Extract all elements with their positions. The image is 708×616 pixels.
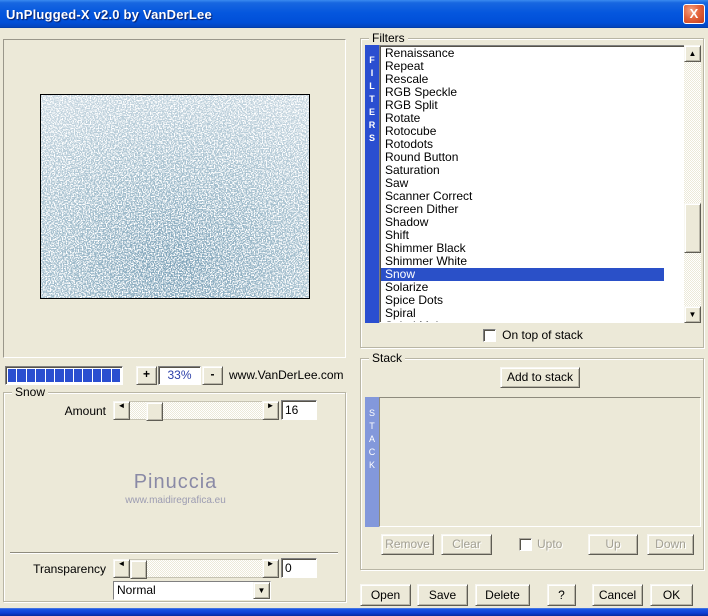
filters-vertical-label: FILTERS [365, 45, 379, 323]
progress-segment [36, 369, 45, 382]
transparency-value-input[interactable]: 0 [281, 558, 317, 578]
filter-item[interactable]: RGB Split [381, 99, 698, 112]
scrollbar-track[interactable] [684, 62, 701, 306]
snow-group: Snow Amount ◄ ► 16 Pinuccia www.maidireg… [3, 385, 346, 602]
on-top-of-stack-row: On top of stack [361, 328, 705, 343]
stack-buttons-row: Remove Clear Upto Up Down [361, 534, 705, 556]
progress-segment [92, 369, 102, 382]
progress-segment [64, 369, 73, 382]
filter-item[interactable]: Renaissance [381, 47, 698, 60]
amount-row: Amount ◄ ► 16 [4, 400, 345, 421]
zoom-level-value: 33% [158, 366, 201, 385]
transparency-slider-thumb[interactable] [130, 560, 147, 579]
separator-line [10, 552, 338, 554]
up-button[interactable]: Up [588, 534, 638, 555]
chevron-down-icon[interactable]: ▼ [253, 582, 270, 599]
clear-button[interactable]: Clear [441, 534, 492, 555]
preview-panel [3, 39, 346, 358]
transparency-increase-arrow[interactable]: ► [262, 559, 279, 578]
help-button[interactable]: ? [547, 584, 576, 606]
amount-value-input[interactable]: 16 [281, 400, 317, 420]
transparency-decrease-arrow[interactable]: ◄ [113, 559, 130, 578]
blend-mode-dropdown[interactable]: Normal ▼ [113, 581, 271, 600]
upto-checkbox[interactable] [519, 538, 532, 552]
filter-item[interactable]: Repeat [381, 60, 698, 73]
on-top-of-stack-label: On top of stack [502, 328, 583, 342]
progress-segment [111, 369, 121, 382]
progress-segment [55, 369, 64, 382]
preview-image[interactable] [40, 94, 310, 299]
upto-label: Upto [537, 537, 563, 551]
amount-decrease-arrow[interactable]: ◄ [113, 401, 130, 420]
progress-segment [8, 369, 17, 382]
progress-segment [26, 369, 36, 382]
progress-segment [45, 369, 55, 382]
add-to-stack-button[interactable]: Add to stack [500, 367, 580, 388]
on-top-of-stack-checkbox[interactable] [483, 329, 497, 343]
amount-slider-thumb[interactable] [146, 402, 163, 421]
filter-item[interactable]: Shadow [381, 216, 698, 229]
stack-vertical-label: STACK [365, 397, 379, 527]
delete-button[interactable]: Delete [475, 584, 530, 606]
filter-item[interactable]: Shimmer White [381, 255, 698, 268]
snow-group-label: Snow [12, 385, 49, 399]
window-bottom-border [0, 606, 708, 616]
filters-group: Filters FILTERS Renaissance Repeat Rescale… [360, 31, 705, 348]
title-bar[interactable]: UnPlugged-X v2.0 by VanDerLee X [0, 0, 708, 28]
filter-item[interactable]: Screen Dither [381, 203, 698, 216]
scrollbar-thumb[interactable] [684, 203, 701, 253]
ok-button[interactable]: OK [650, 584, 693, 606]
zoom-in-button[interactable]: + [136, 366, 157, 385]
window-title: UnPlugged-X v2.0 by VanDerLee [6, 6, 212, 22]
close-button[interactable]: X [683, 4, 705, 24]
save-button[interactable]: Save [417, 584, 468, 606]
zoom-out-button[interactable]: - [202, 366, 223, 385]
unplugged-x-dialog: UnPlugged-X v2.0 by VanDerLee X + 33% - … [0, 0, 708, 616]
amount-label: Amount [64, 404, 106, 418]
transparency-label: Transparency [33, 562, 106, 576]
amount-increase-arrow[interactable]: ► [262, 401, 279, 420]
progress-segment [17, 369, 26, 382]
progress-segment [73, 369, 83, 382]
zoom-controls: + 33% - www.VanDerLee.com [0, 364, 346, 388]
scroll-down-icon[interactable]: ▼ [684, 306, 701, 323]
open-button[interactable]: Open [360, 584, 411, 606]
cancel-button[interactable]: Cancel [592, 584, 643, 606]
stack-group-label: Stack [369, 351, 406, 365]
filters-scrollbar[interactable]: ▲ ▼ [684, 45, 701, 323]
remove-button[interactable]: Remove [381, 534, 434, 555]
watermark-name: Pinuccia [133, 471, 218, 493]
progress-segment [83, 369, 92, 382]
transparency-row: Transparency ◄ ► 0 [4, 558, 345, 579]
progress-segment [102, 369, 111, 382]
stack-group: Stack Add to stack STACK Remove Clear Up… [360, 351, 705, 570]
stack-list[interactable] [379, 397, 701, 527]
amount-slider-track[interactable] [130, 401, 262, 421]
filter-item[interactable]: Saturation [381, 164, 698, 177]
transparency-slider-track[interactable] [130, 559, 262, 579]
down-button[interactable]: Down [647, 534, 694, 555]
filter-item[interactable]: Spice Dots [381, 294, 698, 307]
vanderlee-site-label: www.VanDerLee.com [229, 368, 344, 382]
bottom-buttons-row: Open Save Delete ? Cancel OK [355, 584, 708, 606]
filter-item[interactable]: Spiral Maker [381, 320, 698, 323]
progress-bar [5, 366, 123, 385]
filters-list[interactable]: Renaissance Repeat Rescale RGB Speckle RGB S… [379, 45, 699, 323]
scroll-up-icon[interactable]: ▲ [684, 45, 701, 62]
blend-mode-selected-value: Normal [114, 582, 253, 599]
watermark-site: www.maidiregrafica.eu [125, 495, 226, 506]
upto-row: Upto [519, 537, 563, 552]
filters-group-label: Filters [369, 31, 408, 45]
